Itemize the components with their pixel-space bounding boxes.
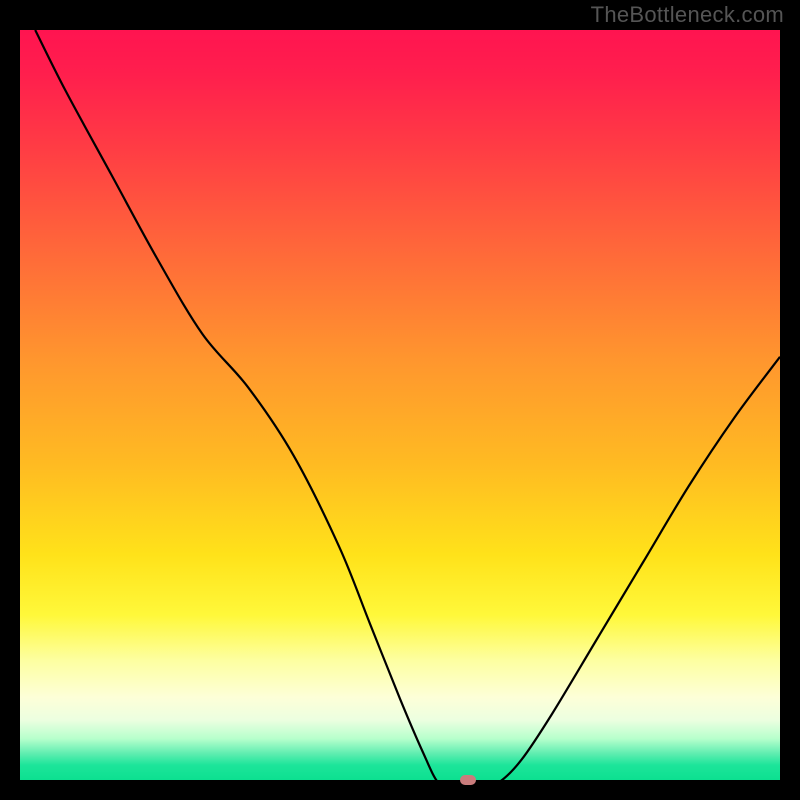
chart-frame: TheBottleneck.com [0, 0, 800, 800]
bottleneck-curve [20, 30, 780, 790]
watermark-text: TheBottleneck.com [591, 2, 784, 28]
optimal-point-marker [460, 775, 476, 785]
curve-path [35, 30, 780, 790]
plot-area [20, 30, 780, 780]
